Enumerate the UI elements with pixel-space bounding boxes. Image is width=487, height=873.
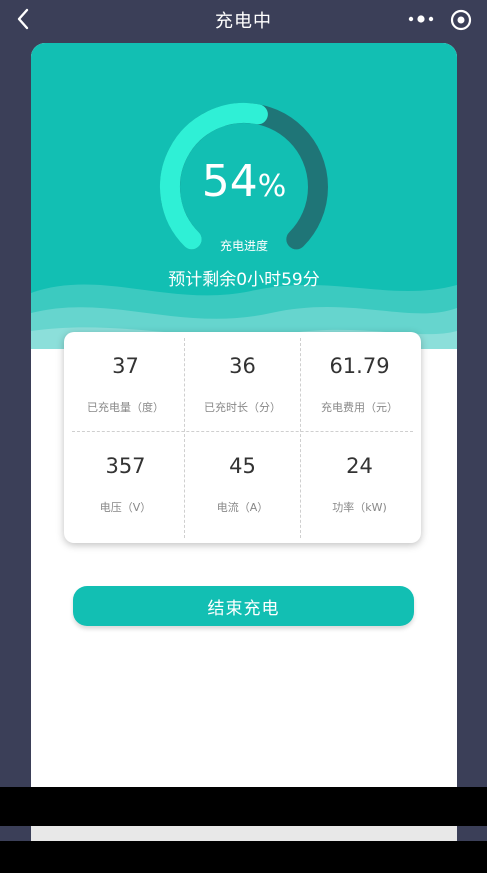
progress-label: 充电进度 (219, 239, 268, 253)
stat-voltage: 357 电压（V） (66, 432, 185, 537)
page-title: 充电中 (215, 11, 272, 32)
stat-label: 已充时长（分） (204, 401, 281, 414)
close-miniapp-button[interactable] (449, 8, 473, 32)
stat-label: 电流（A） (216, 501, 269, 514)
stat-value: 37 (112, 354, 139, 378)
stat-power: 24 功率（kW) (300, 432, 419, 537)
top-bar: 充电中 (0, 0, 487, 40)
back-button[interactable] (10, 6, 36, 32)
charge-percent: 54% (31, 156, 457, 207)
black-overlay-bar (0, 787, 487, 826)
stat-label: 功率（kW) (332, 501, 387, 514)
charging-hero: 54% 充电进度 预计剩余0小时59分 (31, 43, 457, 349)
stat-label: 充电费用（元） (321, 401, 398, 414)
chevron-left-icon (17, 8, 29, 30)
stat-label: 已充电量（度） (87, 401, 164, 414)
stat-energy: 37 已充电量（度） (66, 332, 185, 437)
stat-value: 357 (105, 454, 146, 478)
stat-value: 61.79 (329, 354, 390, 378)
more-button[interactable] (407, 8, 435, 30)
stat-current: 45 电流（A） (183, 432, 302, 537)
stat-value: 36 (229, 354, 256, 378)
stat-label: 电压（V） (99, 501, 152, 514)
stat-value: 24 (346, 454, 373, 478)
bottom-bar (0, 841, 487, 873)
end-charging-button[interactable]: 结束充电 (73, 586, 414, 626)
target-icon (450, 9, 472, 31)
stat-value: 45 (229, 454, 256, 478)
more-dots-icon (408, 15, 434, 23)
charge-percent-unit: % (257, 169, 287, 204)
stat-duration: 36 已充时长（分） (183, 332, 302, 437)
stat-cost: 61.79 充电费用（元） (300, 332, 419, 437)
remaining-time: 预计剩余0小时59分 (168, 270, 320, 290)
charge-percent-value: 54 (201, 156, 258, 207)
stats-panel: 37 已充电量（度） 36 已充时长（分） 61.79 充电费用（元） 357 … (64, 332, 421, 543)
bottom-strip (31, 826, 457, 841)
